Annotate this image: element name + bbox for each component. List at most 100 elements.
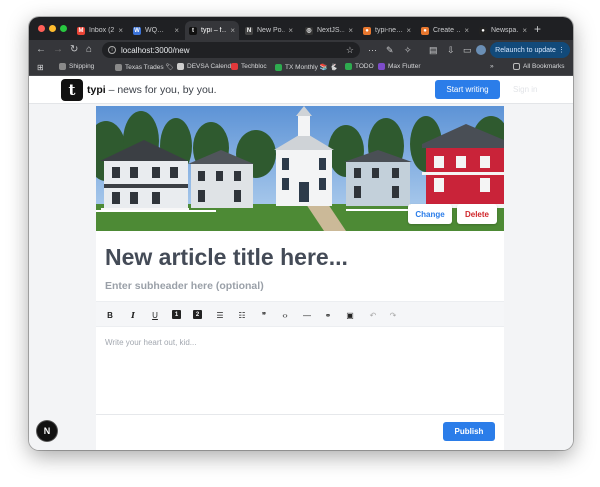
address-url: localhost:3000/new: [121, 45, 190, 55]
browser-tab[interactable]: W WQ… ×: [129, 21, 183, 40]
start-writing-button[interactable]: Start writing: [435, 80, 500, 99]
image-button[interactable]: ▣: [344, 309, 356, 321]
underline-button[interactable]: U: [149, 309, 161, 321]
article-body-editor[interactable]: Write your heart out, kid...: [105, 338, 196, 347]
site-brand: typi – news for you, by you.: [87, 84, 217, 96]
forward-button[interactable]: →: [53, 43, 63, 57]
bookmark-star-icon[interactable]: ☆: [346, 45, 354, 56]
bookmark-item[interactable]: Shipping: [59, 63, 94, 70]
change-cover-button[interactable]: Change: [408, 204, 452, 224]
bookmark-label: TODO: [355, 63, 374, 70]
code-button[interactable]: ‹›: [279, 309, 291, 321]
redo-button[interactable]: ↷: [387, 309, 399, 321]
site-header: t typi – news for you, by you. Start wri…: [29, 76, 573, 104]
heading-1-button[interactable]: 1: [172, 310, 181, 319]
bookmark-favicon-icon: [231, 63, 238, 70]
address-bar[interactable]: i localhost:3000/new ☆: [102, 42, 360, 58]
close-tab-icon[interactable]: ×: [288, 26, 293, 35]
bookmark-item[interactable]: Max Flutter: [378, 63, 421, 70]
heading-2-button[interactable]: 2: [193, 310, 202, 319]
cover-image: Change Delete: [96, 106, 504, 231]
link-button[interactable]: ⚭: [322, 309, 334, 321]
tab-favicon-icon: W: [133, 26, 141, 35]
more-bookmarks-icon[interactable]: »: [490, 63, 494, 70]
bookmarks-bar: ⊞ Shipping Texas Trades 🏷 DEVSA Calendar Te…: [29, 60, 573, 76]
article-editor: Change Delete New article title here... …: [96, 106, 504, 450]
bookmark-label: DEVSA Calendar: [187, 63, 237, 70]
back-button[interactable]: ←: [36, 43, 46, 57]
pen-icon[interactable]: ✎: [386, 44, 394, 56]
tab-label: Newspa…: [491, 27, 519, 34]
reload-button[interactable]: ↻: [70, 43, 78, 57]
bookmark-favicon-icon: [177, 63, 184, 70]
new-tab-button[interactable]: +: [534, 22, 541, 36]
horizontal-rule-button[interactable]: —: [301, 309, 313, 321]
delete-cover-button[interactable]: Delete: [457, 204, 497, 224]
download-icon[interactable]: ⇩: [447, 44, 455, 56]
browser-tab[interactable]: t typi – f… ×: [185, 21, 239, 40]
close-tab-icon[interactable]: ×: [522, 26, 527, 35]
bold-button[interactable]: B: [104, 309, 116, 321]
tab-label: NextJS…: [317, 27, 346, 34]
zoom-window-button[interactable]: [60, 25, 67, 32]
all-bookmarks-link[interactable]: All Bookmarks: [513, 63, 565, 70]
site-info-icon[interactable]: i: [108, 46, 116, 54]
bookmark-item[interactable]: DEVSA Calendar: [177, 63, 237, 70]
browser-tab[interactable]: ◎ NextJS… ×: [301, 21, 357, 40]
close-window-button[interactable]: [38, 25, 45, 32]
puzzle-icon[interactable]: ✧: [404, 44, 412, 56]
publish-button[interactable]: Publish: [443, 422, 495, 441]
home-button[interactable]: ⌂: [86, 43, 92, 57]
bookmark-item[interactable]: Texas Trades 🏷: [115, 63, 174, 71]
browser-tab[interactable]: N New Po…×: [241, 21, 297, 40]
formatting-toolbar: B I U 1 2 ☰ ☷ ❞ ‹› — ⚭ ▣ ↶ ↷: [96, 301, 504, 327]
sign-in-link[interactable]: Sign in: [513, 85, 537, 94]
bookmark-label: Max Flutter: [388, 63, 421, 70]
typi-logo[interactable]: t: [61, 79, 83, 101]
browser-window: MInbox (2…×WWQ…×ttypi – f…×NNew Po…×◎Nex…: [29, 17, 573, 450]
article-subtitle-input[interactable]: Enter subheader here (optional): [105, 280, 264, 292]
bookmark-favicon-icon: [345, 63, 352, 70]
close-tab-icon[interactable]: ×: [230, 26, 235, 35]
bookmark-label: Shipping: [69, 63, 95, 70]
bookmark-item[interactable]: TODO: [345, 63, 374, 70]
italic-button[interactable]: I: [127, 309, 139, 321]
tab-label: Inbox (2…: [89, 27, 115, 34]
blockquote-button[interactable]: ❞: [258, 309, 270, 321]
bookmark-item[interactable]: Techbloc: [231, 63, 267, 70]
undo-button[interactable]: ↶: [367, 309, 379, 321]
sidepanel-icon[interactable]: ▤: [429, 44, 438, 56]
ordered-list-button[interactable]: ☷: [236, 309, 248, 321]
close-tab-icon[interactable]: ×: [406, 26, 411, 35]
tab-favicon-icon: ●: [421, 26, 429, 35]
browser-tab[interactable]: ● typi-ne… ×: [359, 21, 415, 40]
apps-grid-icon[interactable]: ⊞: [37, 63, 44, 72]
bookmark-label: TX Monthly 📚 🐇: [285, 64, 338, 71]
bullet-list-button[interactable]: ☰: [214, 309, 226, 321]
article-title-input[interactable]: New article title here...: [105, 244, 348, 271]
tab-favicon-icon: ●: [479, 26, 487, 35]
brand-name: typi: [87, 84, 106, 96]
browser-tab[interactable]: ● Newspa…×: [475, 21, 531, 40]
nextjs-dev-badge[interactable]: N: [37, 421, 57, 441]
tab-label: typi-ne…: [375, 27, 404, 34]
close-tab-icon[interactable]: ×: [118, 26, 123, 35]
tab-label: WQ…: [145, 27, 165, 34]
bookmark-favicon-icon: [115, 63, 122, 71]
extension-icon[interactable]: ⋯: [368, 44, 377, 56]
brand-tagline: – news for you, by you.: [105, 84, 217, 96]
folder-icon: [513, 63, 520, 70]
close-tab-icon[interactable]: ×: [464, 26, 469, 35]
profile-avatar[interactable]: [476, 45, 486, 55]
bookmark-item[interactable]: TX Monthly 📚 🐇: [275, 63, 338, 71]
relaunch-button[interactable]: Relaunch to update ⋮: [490, 42, 570, 58]
close-tab-icon[interactable]: ×: [174, 26, 179, 35]
tab-favicon-icon: ●: [363, 26, 371, 35]
tab-label: New Po…: [257, 27, 285, 34]
browser-tab[interactable]: M Inbox (2…×: [73, 21, 127, 40]
close-tab-icon[interactable]: ×: [348, 26, 353, 35]
tab-search-icon[interactable]: ▭: [463, 44, 472, 56]
tab-label: typi – f…: [201, 27, 228, 34]
minimize-window-button[interactable]: [49, 25, 56, 32]
browser-tab[interactable]: ● Create … ×: [417, 21, 473, 40]
